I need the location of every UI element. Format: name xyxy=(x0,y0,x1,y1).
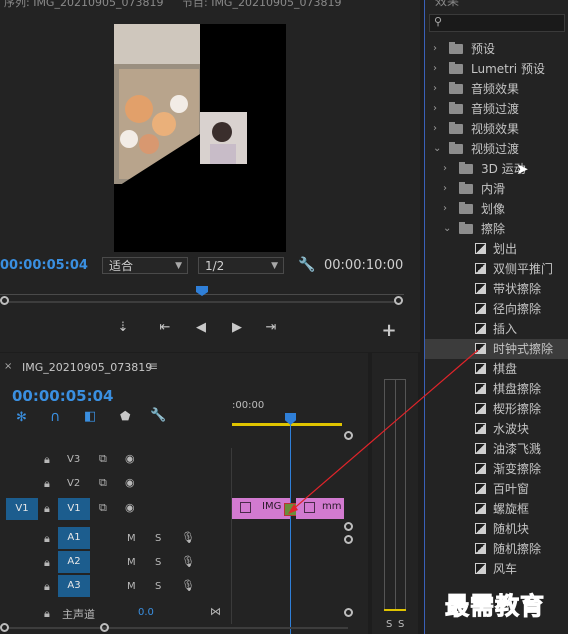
arrow-line xyxy=(290,349,479,512)
mouse-cursor-icon: ➤ xyxy=(516,160,529,178)
drag-arrow-annotation xyxy=(288,349,479,514)
